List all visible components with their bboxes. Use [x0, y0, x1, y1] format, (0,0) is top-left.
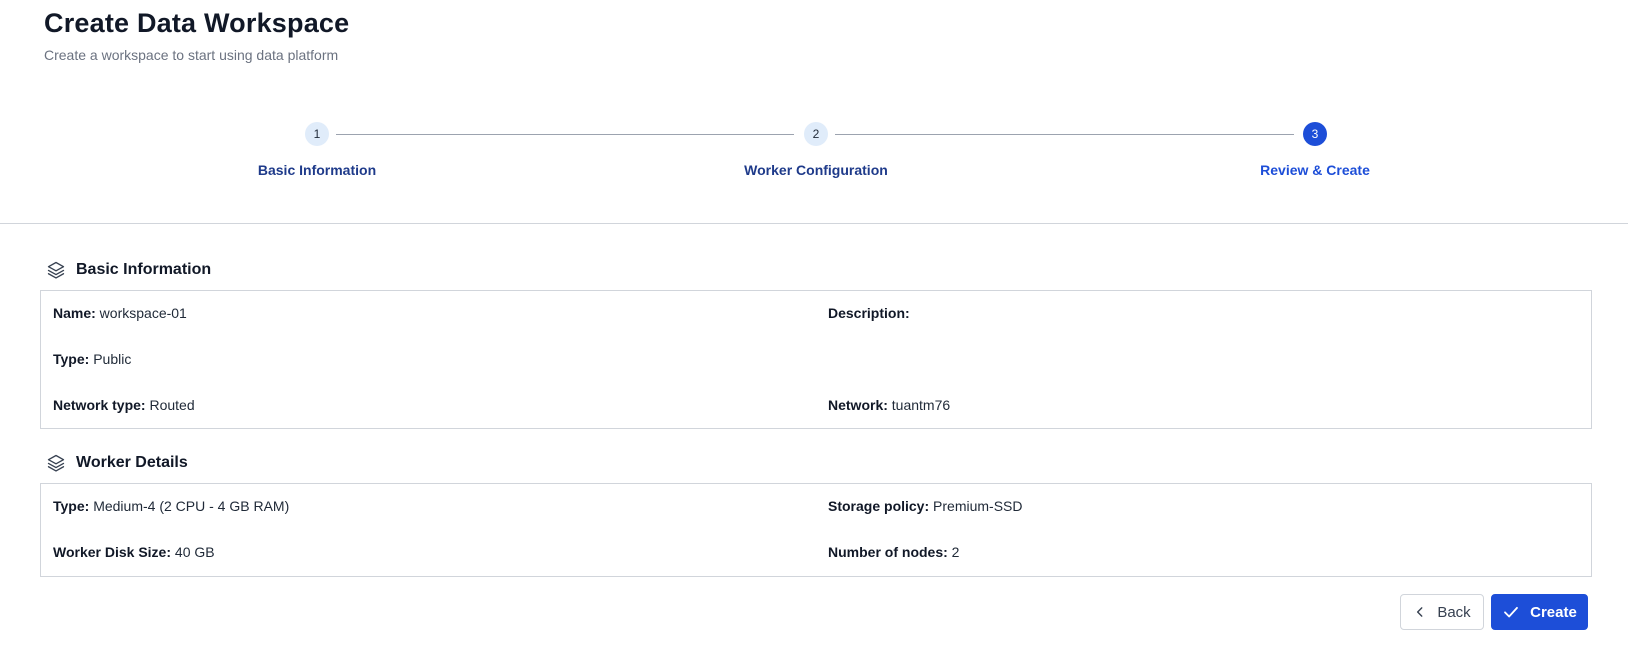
worker-details-heading: Worker Details: [76, 454, 188, 471]
network-field: Network: tuantm76: [828, 397, 950, 413]
name-key: Name:: [53, 305, 96, 321]
step-1-number: 1: [313, 127, 321, 141]
nodes-field: Number of nodes: 2: [828, 544, 959, 560]
network-type-field: Network type: Routed: [53, 397, 195, 413]
network-key: Network:: [828, 397, 888, 413]
step-2-label[interactable]: Worker Configuration: [696, 162, 936, 178]
basic-info-heading: Basic Information: [76, 261, 212, 278]
step-connector-2: [835, 134, 1294, 135]
header-divider: [0, 223, 1628, 224]
worker-type-key: Type:: [53, 498, 90, 514]
disk-size-key: Worker Disk Size:: [53, 544, 172, 560]
nodes-value: 2: [947, 544, 960, 560]
chevron-left-icon: [1417, 607, 1423, 617]
network-type-key: Network type:: [53, 397, 146, 413]
step-2-number: 2: [812, 127, 820, 141]
basic-info-card: Name: workspace-01 Description: Type: Pu…: [40, 290, 1592, 429]
description-key: Description:: [828, 305, 910, 321]
worker-type-field: Type: Medium-4 (2 CPU - 4 GB RAM): [53, 498, 289, 514]
name-value: workspace-01: [95, 305, 187, 321]
type-field: Type: Public: [53, 351, 131, 367]
back-button-label: Back: [1437, 603, 1471, 621]
description-field: Description:: [828, 305, 910, 321]
step-3-number: 3: [1311, 127, 1319, 141]
step-2-indicator[interactable]: 2: [804, 122, 828, 146]
step-3-indicator[interactable]: 3: [1303, 122, 1327, 146]
layers-icon: [47, 454, 65, 472]
worker-type-value: Medium-4 (2 CPU - 4 GB RAM): [89, 498, 290, 514]
type-key: Type:: [53, 351, 90, 367]
nodes-key: Number of nodes:: [828, 544, 948, 560]
network-value: tuantm76: [887, 397, 951, 413]
disk-size-field: Worker Disk Size: 40 GB: [53, 544, 215, 560]
storage-policy-value: Premium-SSD: [929, 498, 1023, 514]
create-button-label: Create: [1530, 603, 1577, 621]
step-1-indicator[interactable]: 1: [305, 122, 329, 146]
page-subtitle: Create a workspace to start using data p…: [44, 47, 339, 63]
step-3-label[interactable]: Review & Create: [1195, 162, 1435, 178]
storage-policy-key: Storage policy:: [828, 498, 930, 514]
disk-size-value: 40 GB: [171, 544, 215, 560]
name-field: Name: workspace-01: [53, 305, 187, 321]
network-type-value: Routed: [145, 397, 195, 413]
check-icon: [1504, 606, 1519, 618]
page-title: Create Data Workspace: [44, 8, 350, 38]
storage-policy-field: Storage policy: Premium-SSD: [828, 498, 1023, 514]
create-button[interactable]: Create: [1491, 594, 1588, 630]
stepper: 1 Basic Information 2 Worker Configurati…: [0, 122, 1628, 192]
layers-icon: [47, 261, 65, 279]
back-button[interactable]: Back: [1400, 594, 1484, 630]
page-header: Create Data Workspace Create a workspace…: [44, 8, 349, 63]
basic-info-section-title: Basic Information: [46, 260, 211, 280]
type-value: Public: [89, 351, 132, 367]
create-workspace-page: Create Data Workspace Create a workspace…: [0, 0, 1628, 647]
step-1-label[interactable]: Basic Information: [197, 162, 437, 178]
step-connector-1: [336, 134, 794, 135]
worker-details-section-title: Worker Details: [46, 453, 188, 473]
worker-details-card: Type: Medium-4 (2 CPU - 4 GB RAM) Storag…: [40, 483, 1592, 577]
